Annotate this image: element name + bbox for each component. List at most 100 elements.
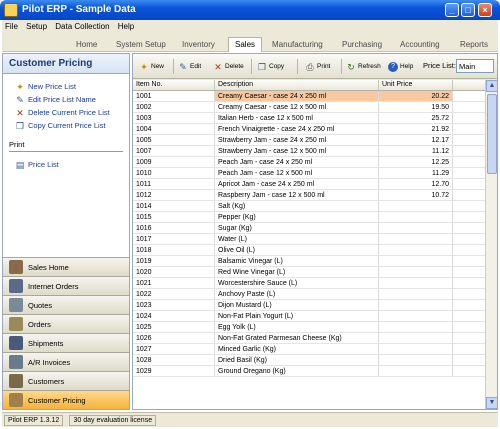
- column-header-item-no[interactable]: Item No.: [133, 80, 215, 90]
- table-row[interactable]: 1001 Creamy Caesar - case 24 x 250 ml 20.2…: [133, 91, 485, 102]
- delete-price-list-link[interactable]: ✕ Delete Current Price List: [15, 106, 123, 119]
- tab-purchasing[interactable]: Purchasing: [342, 40, 382, 49]
- cell-description: Peach Jam - case 12 x 500 ml: [215, 168, 379, 178]
- menu-setup[interactable]: Setup: [23, 20, 50, 33]
- cell-item-no: 1028: [133, 355, 215, 365]
- table-row[interactable]: 1025 Egg Yolk (L): [133, 322, 485, 333]
- delete-button[interactable]: ✕ Delete: [213, 59, 244, 74]
- scroll-up-icon[interactable]: ▲: [486, 80, 498, 92]
- cell-unit-price: 21.92: [379, 124, 453, 134]
- cell-unit-price: [379, 234, 453, 244]
- print-list: ▤ Price List: [3, 152, 129, 171]
- new-button[interactable]: ✦ New: [139, 59, 164, 74]
- table-row[interactable]: 1002 Creamy Caesar - case 12 x 500 ml 19.5…: [133, 102, 485, 113]
- tab-manufacturing[interactable]: Manufacturing: [272, 40, 323, 49]
- cell-filler: [453, 289, 485, 299]
- tab-system-setup[interactable]: System Setup: [116, 40, 166, 49]
- minimize-button[interactable]: _: [445, 3, 459, 17]
- table-row[interactable]: 1004 French Vinaigrette - case 24 x 250 m…: [133, 124, 485, 135]
- cell-item-no: 1020: [133, 267, 215, 277]
- table-row[interactable]: 1014 Salt (Kg): [133, 201, 485, 212]
- tab-accounting[interactable]: Accounting: [400, 40, 440, 49]
- table-row[interactable]: 1003 Italian Herb - case 12 x 500 ml 25.72: [133, 113, 485, 124]
- cell-filler: [453, 212, 485, 222]
- cell-filler: [453, 311, 485, 321]
- table-row[interactable]: 1017 Water (L): [133, 234, 485, 245]
- nav-customer-pricing[interactable]: Customer Pricing: [3, 390, 129, 409]
- menu-data-collection[interactable]: Data Collection: [52, 20, 112, 33]
- tab-home[interactable]: Home: [76, 40, 97, 49]
- pricing-icon: [9, 393, 23, 407]
- table-row[interactable]: 1011 Apricot Jam - case 24 x 250 ml 12.70: [133, 179, 485, 190]
- help-icon: ?: [388, 61, 398, 72]
- vertical-scrollbar[interactable]: ▲ ▼: [485, 80, 498, 409]
- table-row[interactable]: 1007 Strawberry Jam - case 12 x 500 ml 11.…: [133, 146, 485, 157]
- column-header-unit-price[interactable]: Unit Price: [379, 80, 453, 90]
- refresh-button[interactable]: ↻ Refresh: [346, 59, 381, 74]
- edit-icon: ✎: [179, 61, 187, 72]
- print-price-list-link[interactable]: ▤ Price List: [15, 158, 123, 171]
- cell-unit-price: [379, 289, 453, 299]
- nav-customers[interactable]: Customers: [3, 371, 129, 390]
- nav-quotes[interactable]: Quotes: [3, 295, 129, 314]
- cell-filler: [453, 245, 485, 255]
- table-row[interactable]: 1016 Sugar (Kg): [133, 223, 485, 234]
- menu-file[interactable]: File: [2, 20, 21, 33]
- table-row[interactable]: 1027 Minced Garlic (Kg): [133, 344, 485, 355]
- table-row[interactable]: 1023 Dijon Mustard (L): [133, 300, 485, 311]
- cell-unit-price: [379, 311, 453, 321]
- cell-description: Non-Fat Grated Parmesan Cheese (Kg): [215, 333, 379, 343]
- cell-item-no: 1021: [133, 278, 215, 288]
- maximize-button[interactable]: □: [461, 3, 475, 17]
- scroll-down-icon[interactable]: ▼: [486, 397, 498, 409]
- table-row[interactable]: 1024 Non-Fat Plain Yogurt (L): [133, 311, 485, 322]
- copy-button[interactable]: ❐ Copy: [257, 59, 284, 74]
- column-header-description[interactable]: Description: [215, 80, 379, 90]
- cell-filler: [453, 344, 485, 354]
- table-row[interactable]: 1028 Dried Basil (Kg): [133, 355, 485, 366]
- copy-price-list-link[interactable]: ❐ Copy Current Price List: [15, 119, 123, 132]
- table-row[interactable]: 1005 Strawberry Jam - case 24 x 250 ml 12.…: [133, 135, 485, 146]
- nav-ar-invoices[interactable]: A/R Invoices: [3, 352, 129, 371]
- cell-description: Creamy Caesar - case 24 x 250 ml: [215, 91, 379, 101]
- cell-item-no: 1027: [133, 344, 215, 354]
- table-row[interactable]: 1015 Pepper (Kg): [133, 212, 485, 223]
- close-button[interactable]: ×: [478, 3, 492, 17]
- table-row[interactable]: 1012 Raspberry Jam - case 12 x 500 ml 10.7…: [133, 190, 485, 201]
- table-row[interactable]: 1019 Balsamic Vinegar (L): [133, 256, 485, 267]
- table-row[interactable]: 1010 Peach Jam - case 12 x 500 ml 11.29: [133, 168, 485, 179]
- nav-internet-orders[interactable]: Internet Orders: [3, 276, 129, 295]
- table-row[interactable]: 1020 Red Wine Vinegar (L): [133, 267, 485, 278]
- edit-button[interactable]: ✎ Edit: [178, 59, 201, 74]
- table-row[interactable]: 1018 Olive Oil (L): [133, 245, 485, 256]
- table-row[interactable]: 1009 Peach Jam - case 24 x 250 ml 12.25: [133, 157, 485, 168]
- toolbar-separator: [341, 59, 342, 74]
- price-list-select[interactable]: Main: [456, 59, 494, 73]
- table-row[interactable]: 1022 Anchovy Paste (L): [133, 289, 485, 300]
- edit-price-list-name-link[interactable]: ✎ Edit Price List Name: [15, 93, 123, 106]
- cell-filler: [453, 234, 485, 244]
- help-button[interactable]: ? Help: [388, 59, 413, 74]
- orders-icon: [9, 317, 23, 331]
- nav-orders[interactable]: Orders: [3, 314, 129, 333]
- nav-sales-home[interactable]: Sales Home: [3, 257, 129, 276]
- scroll-thumb[interactable]: [487, 94, 497, 174]
- tab-reports[interactable]: Reports: [460, 40, 488, 49]
- nav-shipments[interactable]: Shipments: [3, 333, 129, 352]
- cell-unit-price: 11.29: [379, 168, 453, 178]
- cell-description: Raspberry Jam - case 12 x 500 ml: [215, 190, 379, 200]
- cell-description: Non-Fat Plain Yogurt (L): [215, 311, 379, 321]
- cell-description: Ground Oregano (Kg): [215, 366, 379, 376]
- new-price-list-link[interactable]: ✦ New Price List: [15, 80, 123, 93]
- cell-filler: [453, 91, 485, 101]
- tab-inventory[interactable]: Inventory: [182, 40, 215, 49]
- cell-item-no: 1007: [133, 146, 215, 156]
- table-row[interactable]: 1029 Ground Oregano (Kg): [133, 366, 485, 377]
- print-button[interactable]: ⎙ Print: [305, 59, 330, 74]
- table-row[interactable]: 1026 Non-Fat Grated Parmesan Cheese (Kg): [133, 333, 485, 344]
- tab-sales[interactable]: Sales: [228, 37, 263, 52]
- table-row[interactable]: 1021 Worcestershire Sauce (L): [133, 278, 485, 289]
- status-bar: Pilot ERP 1.3.12 30 day evaluation licen…: [2, 412, 498, 427]
- menu-help[interactable]: Help: [115, 20, 137, 33]
- cell-item-no: 1018: [133, 245, 215, 255]
